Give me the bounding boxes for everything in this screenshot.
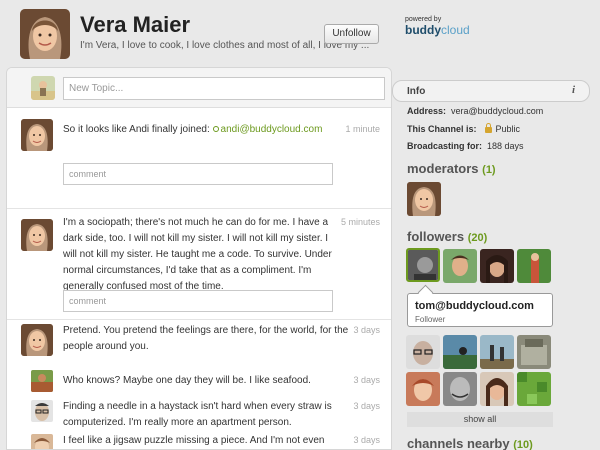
post-text: So it looks like Andi finally joined: an… — [63, 124, 323, 135]
channel-sidebar: Info i Address: vera@buddycloud.com This… — [392, 66, 600, 450]
reply-timestamp: 3 days — [353, 401, 380, 411]
post-timestamp: 3 days — [353, 325, 380, 335]
post-timestamp: 1 minute — [345, 124, 380, 134]
channel-header: Vera Maier I'm Vera, I love to cook, I l… — [0, 0, 600, 66]
post-author-avatar[interactable] — [21, 324, 53, 356]
post-item: Pretend. You pretend the feelings are th… — [7, 320, 391, 449]
reply-author-avatar[interactable] — [31, 434, 53, 449]
post-timestamp: 5 minutes — [340, 217, 380, 227]
info-label: Info — [407, 86, 426, 97]
channel-name: Vera Maier — [80, 12, 191, 37]
post-item: I'm a sociopath; there's not much he can… — [7, 209, 391, 320]
comment-input[interactable]: comment — [63, 290, 333, 312]
follower-tooltip: tom@buddycloud.com Follower — [407, 293, 553, 327]
reply-author-avatar[interactable] — [31, 400, 53, 422]
moderator-avatar[interactable] — [407, 182, 441, 216]
post-item: So it looks like Andi finally joined: an… — [7, 108, 391, 209]
post-author-avatar[interactable] — [21, 219, 53, 251]
reply-item: I feel like a jigsaw puzzle missing a pi… — [7, 434, 391, 449]
reply-text: Finding a needle in a haystack isn't har… — [63, 401, 332, 428]
post-text: Pretend. You pretend the feelings are th… — [63, 325, 349, 352]
channels-nearby-title: channels nearby (10) — [407, 436, 533, 450]
follower-avatar[interactable] — [443, 249, 477, 283]
lock-icon — [484, 123, 492, 133]
follower-avatar[interactable] — [517, 372, 551, 406]
comment-input[interactable]: comment — [63, 163, 333, 185]
followers-title: followers (20) — [407, 229, 488, 244]
reply-text: Who knows? Maybe one day they will be. I… — [63, 375, 311, 386]
follower-avatar[interactable] — [517, 335, 551, 369]
buddycloud-logo[interactable]: buddycloud — [405, 23, 470, 37]
post-author-avatar[interactable] — [21, 119, 53, 151]
follower-avatar[interactable] — [480, 372, 514, 406]
reply-item: Finding a needle in a haystack isn't har… — [7, 400, 391, 432]
reply-timestamp: 3 days — [353, 375, 380, 385]
info-icon[interactable]: i — [572, 84, 575, 96]
reply-text: I feel like a jigsaw puzzle missing a pi… — [63, 435, 325, 446]
new-topic-bar: New Topic... — [7, 68, 391, 108]
channel-avatar — [20, 9, 70, 59]
follower-avatar[interactable] — [406, 335, 440, 369]
follower-avatar[interactable] — [480, 335, 514, 369]
moderators-title: moderators (1) — [407, 161, 496, 176]
channel-visibility-row: This Channel is: Public — [407, 123, 521, 134]
reply-author-avatar[interactable] — [31, 370, 53, 392]
follower-avatar[interactable] — [480, 249, 514, 283]
reply-timestamp: 3 days — [353, 435, 380, 445]
follower-avatar[interactable] — [443, 372, 477, 406]
new-topic-input[interactable]: New Topic... — [63, 77, 385, 100]
user-avatar — [31, 76, 55, 100]
post-text: I'm a sociopath; there's not much he can… — [63, 217, 332, 292]
reply-item: Who knows? Maybe one day they will be. I… — [7, 370, 391, 396]
show-all-followers-button[interactable]: show all — [407, 412, 553, 427]
address-row: Address: vera@buddycloud.com — [407, 106, 544, 116]
tooltip-follower-role: Follower — [415, 315, 446, 324]
mention-link[interactable]: andi@buddycloud.com — [212, 124, 322, 135]
tooltip-follower-name[interactable]: tom@buddycloud.com — [415, 300, 534, 312]
follower-avatar[interactable] — [443, 335, 477, 369]
follower-avatar[interactable] — [517, 249, 551, 283]
follower-avatar[interactable] — [406, 372, 440, 406]
broadcasting-row: Broadcasting for: 188 days — [407, 141, 524, 151]
stream-panel: New Topic... So it looks like Andi final… — [6, 67, 392, 450]
status-dot-icon — [212, 126, 219, 132]
unfollow-button[interactable]: Unfollow — [324, 24, 379, 44]
follower-avatar[interactable] — [406, 248, 440, 282]
info-header[interactable]: Info i — [392, 80, 590, 102]
